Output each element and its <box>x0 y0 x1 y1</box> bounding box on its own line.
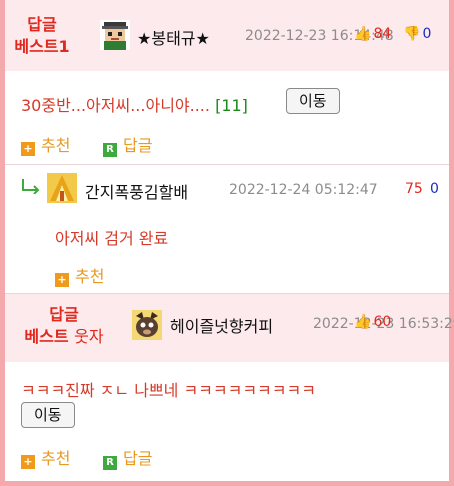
upvote-count[interactable]: 75 <box>405 181 423 197</box>
reply-button[interactable]: R 답글 <box>103 132 152 157</box>
thumb-up-icon[interactable]: 👍 <box>354 26 371 42</box>
downvote-count: 0 <box>422 26 432 42</box>
avatar-icon[interactable] <box>132 310 162 340</box>
reply-count[interactable]: [11] <box>215 96 248 115</box>
recommend-button[interactable]: + 추천 <box>21 445 70 469</box>
avatar-icon[interactable] <box>47 173 77 203</box>
reply-date: 2022-12-24 05:12:47 <box>229 182 378 198</box>
reply-nickname[interactable]: 간지폭풍김할배 <box>85 179 188 203</box>
upvote-count: 84 <box>373 26 392 42</box>
comment-text: ㅋㅋㅋ진짜 ㅈㄴ 나쁘네 ㅋㅋㅋㅋㅋㅋㅋㅋㅋ <box>21 381 316 400</box>
reply-r-icon: R <box>103 456 117 470</box>
reply-arrow-icon <box>22 179 40 194</box>
comment-text: 30중반...아저씨...아니야.... <box>21 96 210 115</box>
upvote-control[interactable]: 👍 84 <box>354 26 391 42</box>
reply-label: 답글 <box>123 449 153 468</box>
best-badge: 답글 베스트 웃자 <box>14 304 114 348</box>
plus-box-icon: + <box>21 142 35 156</box>
upvote-count: 60 <box>373 314 392 330</box>
downvote-count[interactable]: 0 <box>430 181 439 197</box>
recommend-label: 추천 <box>75 267 105 286</box>
reply-label: 답글 <box>123 136 153 155</box>
recommend-label: 추천 <box>41 136 71 155</box>
comment-nickname[interactable]: ★봉태규★ <box>137 25 210 49</box>
thumb-down-icon[interactable]: 👎 <box>403 26 420 42</box>
best-category-tag: 웃자 <box>74 327 104 346</box>
downvote-control[interactable]: 👎 0 <box>403 26 431 42</box>
best-badge-line2: 베스트 <box>24 327 69 346</box>
recommend-button[interactable]: + 추천 <box>21 132 70 156</box>
avatar-icon[interactable] <box>100 20 130 50</box>
comment-nickname[interactable]: 헤이즐넛향커피 <box>170 313 273 337</box>
best-badge: 답글 베스트1 <box>12 14 72 58</box>
best-badge-line2: 베스트1 <box>14 37 70 56</box>
move-button[interactable]: 이동 <box>286 88 340 114</box>
upvote-control[interactable]: 👍 60 <box>354 314 391 330</box>
comment-text-row: 30중반...아저씨...아니야.... [11] <box>21 92 248 116</box>
divider <box>5 164 449 165</box>
best-badge-line1: 답글 <box>27 15 57 34</box>
recommend-button[interactable]: + 추천 <box>55 263 104 287</box>
plus-box-icon: + <box>21 455 35 469</box>
thumb-up-icon[interactable]: 👍 <box>354 314 371 330</box>
reply-text: 아저씨 검거 완료 <box>55 229 169 248</box>
plus-box-icon: + <box>55 273 69 287</box>
recommend-label: 추천 <box>41 449 71 468</box>
reply-r-icon: R <box>103 143 117 157</box>
move-button[interactable]: 이동 <box>21 402 75 428</box>
best-badge-line1: 답글 <box>49 305 79 324</box>
reply-button[interactable]: R 답글 <box>103 445 152 470</box>
